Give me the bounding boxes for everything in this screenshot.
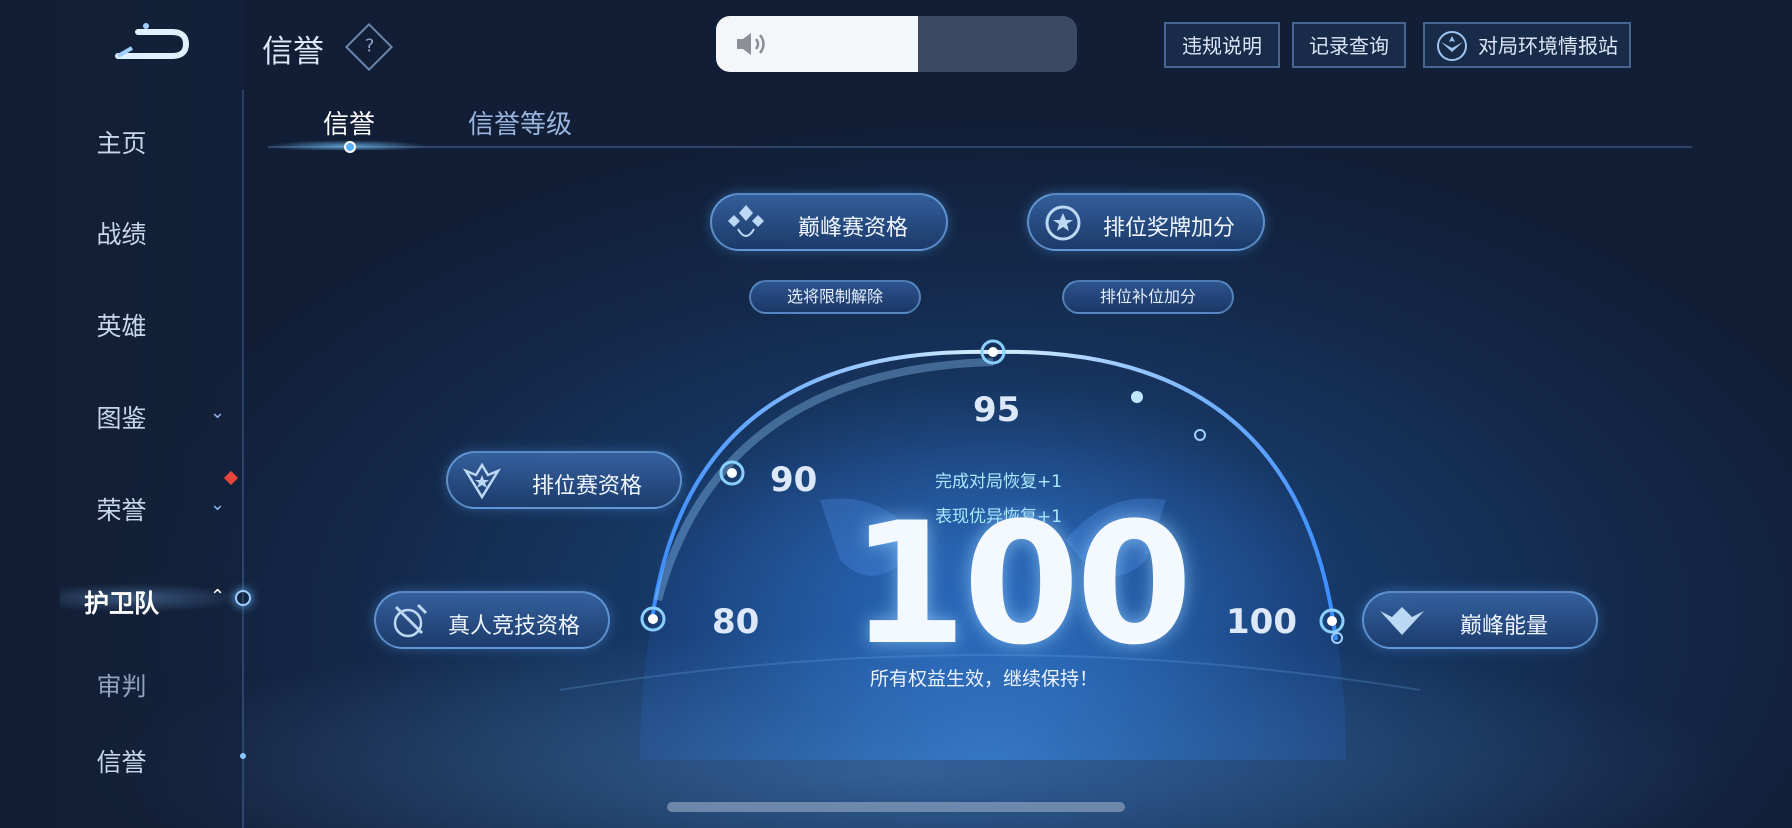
pill-label: 巅峰能量 xyxy=(1460,614,1549,639)
pill-label: 真人竞技资格 xyxy=(448,614,581,639)
sparkle xyxy=(1131,391,1143,403)
rank-fill-bonus-tag: 排位补位加分 xyxy=(1062,280,1234,314)
pill-label: 排位赛资格 xyxy=(532,474,643,499)
rank-medal-badge[interactable]: 排位奖牌加分 xyxy=(1027,193,1265,251)
credit-score: 100 xyxy=(850,486,1193,682)
pill-label: 巅峰赛资格 xyxy=(798,216,909,241)
pill-label: 排位奖牌加分 xyxy=(1103,216,1236,241)
pick-limit-lifted-tag: 选将限制解除 xyxy=(749,280,921,314)
ranked-qualification-badge[interactable]: 排位赛资格 xyxy=(446,451,682,509)
status-message: 所有权益生效，继续保持！ xyxy=(870,668,1099,690)
sword-shield-icon xyxy=(393,603,428,638)
peak-crown-icon xyxy=(1380,607,1424,635)
ranked-star-shield-icon xyxy=(462,462,502,500)
threshold-label-95: 95 xyxy=(973,390,1021,430)
peak-diamond-icon xyxy=(728,205,764,237)
peak-energy-badge[interactable]: 巅峰能量 xyxy=(1362,591,1598,649)
threshold-label-90: 90 xyxy=(770,460,818,500)
credit-arc-graphic xyxy=(559,339,1421,760)
realperson-qualification-badge[interactable]: 真人竞技资格 xyxy=(374,591,610,649)
threshold-label-100: 100 xyxy=(1226,602,1297,642)
threshold-label-80: 80 xyxy=(712,602,760,642)
peak-qualification-badge[interactable]: 巅峰赛资格 xyxy=(710,193,948,251)
home-indicator[interactable] xyxy=(667,802,1125,812)
medal-star-icon xyxy=(1045,205,1081,241)
